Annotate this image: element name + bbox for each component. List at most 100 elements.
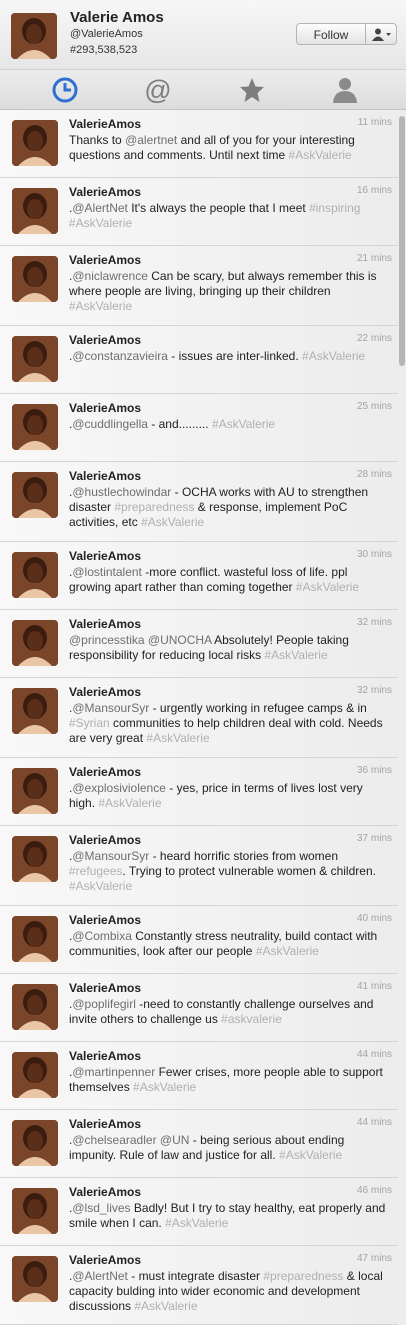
hashtag-link[interactable]: #AskValerie bbox=[212, 417, 275, 431]
tweet-item[interactable]: ValerieAmos 46 mins .@lsd_lives Badly! B… bbox=[0, 1178, 398, 1246]
tweet-avatar[interactable] bbox=[12, 688, 58, 734]
mention-link[interactable]: @UN bbox=[160, 1133, 190, 1147]
tweet-author[interactable]: ValerieAmos bbox=[69, 185, 141, 199]
profile-avatar[interactable] bbox=[11, 13, 57, 59]
tweet-item[interactable]: ValerieAmos 21 mins .@niclawrence Can be… bbox=[0, 246, 398, 326]
tweet-avatar[interactable] bbox=[12, 916, 58, 962]
mention-link[interactable]: @MansourSyr bbox=[72, 701, 149, 715]
hashtag-link[interactable]: #inspiring bbox=[309, 201, 360, 215]
tweet-item[interactable]: ValerieAmos 44 mins .@chelsearadler @UN … bbox=[0, 1110, 398, 1178]
tweet-author[interactable]: ValerieAmos bbox=[69, 765, 141, 779]
tweet-item[interactable]: ValerieAmos 30 mins .@lostintalent -more… bbox=[0, 542, 398, 610]
tweet-author[interactable]: ValerieAmos bbox=[69, 1049, 141, 1063]
mention-link[interactable]: @niclawrence bbox=[72, 269, 148, 283]
tweet-item[interactable]: ValerieAmos 32 mins @princesstika @UNOCH… bbox=[0, 610, 398, 678]
hashtag-link[interactable]: #AskValerie bbox=[279, 1148, 342, 1162]
hashtag-link[interactable]: #preparedness bbox=[263, 1269, 343, 1283]
follow-button[interactable]: Follow bbox=[296, 23, 366, 45]
hashtag-link[interactable]: #AskValerie bbox=[69, 879, 132, 893]
tweet-item[interactable]: ValerieAmos 44 mins .@martinpenner Fewer… bbox=[0, 1042, 398, 1110]
tweet-author[interactable]: ValerieAmos bbox=[69, 833, 141, 847]
tweet-author[interactable]: ValerieAmos bbox=[69, 685, 141, 699]
hashtag-link[interactable]: #preparedness bbox=[114, 500, 194, 514]
mention-link[interactable]: @cuddlingella bbox=[72, 417, 148, 431]
tab-profile[interactable] bbox=[330, 76, 360, 104]
tweet-author[interactable]: ValerieAmos bbox=[69, 1185, 141, 1199]
hashtag-link[interactable]: #AskValerie bbox=[141, 515, 204, 529]
tab-timeline[interactable] bbox=[50, 76, 80, 104]
tweet-item[interactable]: ValerieAmos 32 mins .@MansourSyr - urgen… bbox=[0, 678, 398, 758]
tweet-item[interactable]: ValerieAmos 16 mins .@AlertNet It's alwa… bbox=[0, 178, 398, 246]
tweet-item[interactable]: ValerieAmos 36 mins .@explosiviolence - … bbox=[0, 758, 398, 826]
hashtag-link[interactable]: #AskValerie bbox=[98, 796, 161, 810]
tweet-avatar[interactable] bbox=[12, 620, 58, 666]
tweet-author[interactable]: ValerieAmos bbox=[69, 401, 141, 415]
hashtag-link[interactable]: #AskValerie bbox=[256, 944, 319, 958]
mention-link[interactable]: @UNOCHA bbox=[148, 633, 212, 647]
tweet-item[interactable]: ValerieAmos 37 mins .@MansourSyr - heard… bbox=[0, 826, 398, 906]
hashtag-link[interactable]: #AskValerie bbox=[69, 216, 132, 230]
tweet-item[interactable]: ValerieAmos 40 mins .@Combixa Constantly… bbox=[0, 906, 398, 974]
mention-link[interactable]: @AlertNet bbox=[72, 201, 128, 215]
hashtag-link[interactable]: #AskValerie bbox=[296, 580, 359, 594]
tweet-author[interactable]: ValerieAmos bbox=[69, 617, 141, 631]
tweet-avatar[interactable] bbox=[12, 188, 58, 234]
tweet-avatar[interactable] bbox=[12, 836, 58, 882]
tweet-author[interactable]: ValerieAmos bbox=[69, 333, 141, 347]
tweet-item[interactable]: ValerieAmos 41 mins .@poplifegirl -need … bbox=[0, 974, 398, 1042]
hashtag-link[interactable]: #AskValerie bbox=[302, 349, 365, 363]
hashtag-link[interactable]: #AskValerie bbox=[133, 1080, 196, 1094]
tab-mentions[interactable]: @ bbox=[143, 76, 173, 104]
mention-link[interactable]: @lsd_lives bbox=[72, 1201, 130, 1215]
mention-link[interactable]: @Combixa bbox=[72, 929, 132, 943]
mention-link[interactable]: @AlertNet bbox=[72, 1269, 128, 1283]
mention-link[interactable]: @lostintalent bbox=[72, 565, 142, 579]
tweet-avatar[interactable] bbox=[12, 1120, 58, 1166]
tweet-avatar[interactable] bbox=[12, 472, 58, 518]
mention-link[interactable]: @princesstika bbox=[69, 633, 145, 647]
hashtag-link[interactable]: #AskValerie bbox=[165, 1216, 228, 1230]
tweet-author[interactable]: ValerieAmos bbox=[69, 117, 141, 131]
hashtag-link[interactable]: #AskValerie bbox=[69, 299, 132, 313]
hashtag-link[interactable]: #askvalerie bbox=[221, 1012, 282, 1026]
tweet-avatar[interactable] bbox=[12, 120, 58, 166]
mention-link[interactable]: @alertnet bbox=[125, 133, 177, 147]
tweet-item[interactable]: ValerieAmos 11 mins Thanks to @alertnet … bbox=[0, 110, 398, 178]
mention-link[interactable]: @MansourSyr bbox=[72, 849, 149, 863]
mention-link[interactable]: @martinpenner bbox=[72, 1065, 155, 1079]
tweet-author[interactable]: ValerieAmos bbox=[69, 549, 141, 563]
tweet-avatar[interactable] bbox=[12, 1256, 58, 1302]
mention-link[interactable]: @explosiviolence bbox=[72, 781, 166, 795]
mention-link[interactable]: @constanzavieira bbox=[72, 349, 168, 363]
tweet-avatar[interactable] bbox=[12, 768, 58, 814]
tweet-avatar[interactable] bbox=[12, 552, 58, 598]
user-menu-button[interactable] bbox=[365, 23, 397, 45]
tweet-avatar[interactable] bbox=[12, 984, 58, 1030]
tweet-timeline[interactable]: ValerieAmos 11 mins Thanks to @alertnet … bbox=[0, 110, 406, 1325]
tweet-avatar[interactable] bbox=[12, 336, 58, 382]
tweet-author[interactable]: ValerieAmos bbox=[69, 253, 141, 267]
tweet-author[interactable]: ValerieAmos bbox=[69, 1253, 141, 1267]
tweet-avatar[interactable] bbox=[12, 1188, 58, 1234]
tweet-item[interactable]: ValerieAmos 28 mins .@hustlechowindar - … bbox=[0, 462, 398, 542]
tweet-avatar[interactable] bbox=[12, 404, 58, 450]
tweet-author[interactable]: ValerieAmos bbox=[69, 469, 141, 483]
timeline-scrollbar[interactable] bbox=[398, 110, 406, 1325]
tweet-item[interactable]: ValerieAmos 22 mins .@constanzavieira - … bbox=[0, 326, 398, 394]
mention-link[interactable]: @chelsearadler bbox=[72, 1133, 156, 1147]
mention-link[interactable]: @poplifegirl bbox=[72, 997, 136, 1011]
hashtag-link[interactable]: #Syrian bbox=[69, 716, 110, 730]
tweet-author[interactable]: ValerieAmos bbox=[69, 913, 141, 927]
hashtag-link[interactable]: #refugees bbox=[69, 864, 122, 878]
hashtag-link[interactable]: #AskValerie bbox=[134, 1299, 197, 1313]
tweet-author[interactable]: ValerieAmos bbox=[69, 981, 141, 995]
mention-link[interactable]: @hustlechowindar bbox=[72, 485, 171, 499]
tab-favorites[interactable] bbox=[237, 76, 267, 104]
hashtag-link[interactable]: #AskValerie bbox=[289, 148, 352, 162]
hashtag-link[interactable]: #AskValerie bbox=[146, 731, 209, 745]
tweet-item[interactable]: ValerieAmos 25 mins .@cuddlingella - and… bbox=[0, 394, 398, 462]
scrollbar-thumb[interactable] bbox=[399, 116, 405, 366]
tweet-avatar[interactable] bbox=[12, 1052, 58, 1098]
tweet-author[interactable]: ValerieAmos bbox=[69, 1117, 141, 1131]
tweet-avatar[interactable] bbox=[12, 256, 58, 302]
